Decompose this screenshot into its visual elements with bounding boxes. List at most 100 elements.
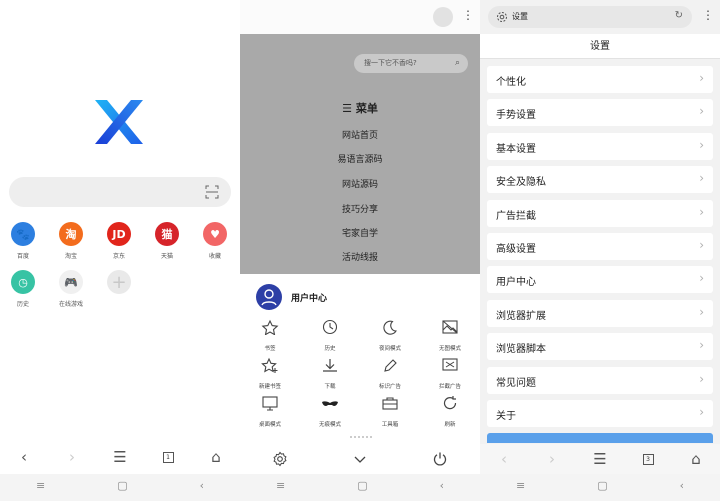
settings-row[interactable]: 手势设置 › [487, 99, 713, 127]
back-button[interactable]: ‹ [9, 445, 39, 469]
menu-tool-block-ad[interactable]: 拦截广告 [422, 357, 478, 390]
menu-tool-incognito-mask[interactable]: 无痕模式 [302, 395, 358, 428]
incognito-mask-icon [322, 401, 338, 406]
menu-tool-desktop-mode[interactable]: 桌面模式 [242, 395, 298, 428]
tabs-button[interactable]: 3 [633, 453, 663, 465]
refresh-icon [443, 396, 457, 410]
recent-apps-icon[interactable]: ≡ [276, 479, 285, 492]
home-search-bar[interactable] [9, 177, 231, 207]
settings-row-label: 关于 [496, 411, 516, 422]
menu-title-text: 菜单 [355, 102, 378, 115]
settings-row[interactable]: 关于 › [487, 400, 713, 427]
settings-gear-icon [497, 12, 507, 22]
collapse-chevron-down-icon[interactable] [352, 451, 368, 467]
menu-button[interactable]: ☰ [105, 445, 135, 469]
menu-tool-toolbox[interactable]: 工具箱 [362, 395, 418, 428]
system-nav-buttons: ≡ ▢ ‹ [0, 474, 240, 496]
settings-row[interactable]: 浏览器扩展 › [487, 299, 713, 327]
menu-title: ☰ 菜单 [342, 102, 378, 115]
address-text: 设置 [512, 12, 528, 21]
system-home-icon[interactable]: ▢ [597, 479, 607, 492]
system-home-icon[interactable]: ▢ [117, 479, 127, 492]
history-icon: ◷ [11, 270, 35, 294]
avatar[interactable] [433, 7, 453, 27]
settings-row[interactable]: 浏览器脚本 › [487, 333, 713, 361]
browser-home-screen: 🐾 百度 淘淘宝 JD 京东 猫天猫 ♥ 收藏 ◷ 历史 🎮 在线游戏 + ‹ › ☰ 1 ⌂ ≡ ▢ … [0, 0, 240, 501]
menu-tool-refresh[interactable]: 刷新 [422, 395, 478, 428]
refresh-icon[interactable]: ↻ [675, 10, 683, 21]
menu-button[interactable]: ☰ [585, 450, 615, 468]
recent-apps-icon[interactable]: ≡ [36, 479, 45, 492]
system-nav-buttons: ≡ ▢ ‹ [480, 474, 720, 496]
menu-tool-label: 书签 [264, 346, 276, 352]
tabs-button[interactable]: 1 [153, 445, 183, 469]
menu-item[interactable]: 活动线报 [240, 250, 480, 263]
history-clock-icon [322, 319, 338, 335]
more-options-icon[interactable]: ⋮ [462, 8, 474, 22]
settings-gear-icon[interactable] [272, 451, 288, 467]
shortcut-jd[interactable]: JD 京东 [96, 222, 142, 260]
more-options-icon[interactable]: ⋮ [702, 8, 714, 22]
user-center-label[interactable]: 用户中心 [291, 291, 327, 304]
settings-row-label: 手势设置 [496, 110, 536, 122]
download-icon [323, 359, 337, 372]
menu-tool-night-mode-moon[interactable]: 夜间模式 [362, 319, 418, 352]
home-button[interactable]: ⌂ [201, 445, 231, 469]
menu-item[interactable]: 宅家自学 [240, 226, 480, 239]
favorites-icon: ♥ [203, 222, 227, 246]
tab-count: 3 [642, 453, 654, 465]
menu-item[interactable]: 技巧分享 [240, 202, 480, 215]
desktop-mode-icon [262, 396, 278, 411]
site-search-input[interactable]: 搜一下它不香吗? ⌕ [354, 54, 468, 73]
shortcut-taobao[interactable]: 淘淘宝 [48, 222, 94, 260]
shortcut-favorites[interactable]: ♥ 收藏 [192, 222, 238, 260]
menu-tool-history-clock[interactable]: 历史 [302, 319, 358, 352]
back-button[interactable]: ‹ [489, 450, 519, 468]
settings-row[interactable]: 基本设置 › [487, 132, 713, 160]
menu-tool-download[interactable]: 下载 [302, 357, 358, 390]
shortcut-label: 淘宝 [64, 253, 77, 260]
settings-row[interactable]: 用户中心 › [487, 266, 713, 294]
address-bar[interactable]: 设置 ↻ [488, 6, 692, 28]
forward-button[interactable]: › [537, 450, 567, 468]
power-icon[interactable] [432, 451, 448, 467]
system-back-icon[interactable]: ‹ [440, 479, 444, 492]
home-button[interactable]: ⌂ [681, 450, 711, 468]
settings-row[interactable]: 高级设置 › [487, 233, 713, 260]
forward-button[interactable]: › [57, 445, 87, 469]
shortcut-history[interactable]: ◷ 历史 [0, 270, 46, 308]
shortcut-baidu[interactable]: 🐾 百度 [0, 222, 46, 260]
settings-screen: 设置 ↻ ⋮ 设置 个性化 › 手势设置 › 基本设置 › 安全及隐私 › 广告拦截 › 高级设置 ›… [480, 0, 720, 501]
menu-item[interactable]: 网站首页 [240, 128, 480, 141]
menu-item[interactable]: 网站源码 [240, 177, 480, 190]
system-back-icon[interactable]: ‹ [200, 479, 204, 492]
shortcut-add[interactable]: + [96, 270, 142, 299]
shortcut-game[interactable]: 🎮 在线游戏 [48, 270, 94, 308]
settings-row-label: 基本设置 [496, 143, 536, 155]
settings-row[interactable]: 个性化 › [487, 66, 713, 93]
menu-item[interactable]: 易语言源码 [240, 152, 480, 165]
search-icon[interactable]: ⌕ [455, 54, 460, 73]
menu-tool-mark-ad-pen[interactable]: 标识广告 [362, 357, 418, 390]
panel-handle[interactable] [350, 436, 372, 439]
chevron-right-icon: › [699, 171, 704, 186]
menu-tool-bookmark-star[interactable]: 书签 [242, 319, 298, 352]
shortcut-tmall[interactable]: 猫天猫 [144, 222, 190, 260]
menu-tool-new-bookmark[interactable]: 新建书签 [242, 357, 298, 390]
system-home-icon[interactable]: ▢ [357, 479, 367, 492]
menu-tool-label: 标识广告 [378, 384, 401, 390]
menu-tool-label: 下载 [324, 384, 336, 390]
jd-icon: JD [107, 222, 131, 246]
scan-icon[interactable] [205, 185, 219, 199]
settings-row[interactable]: 广告拦截 › [487, 199, 713, 227]
settings-row-label: 高级设置 [496, 244, 536, 255]
site-search-placeholder: 搜一下它不香吗? [364, 59, 417, 67]
menu-tool-no-image[interactable]: 无图模式 [422, 319, 478, 352]
recent-apps-icon[interactable]: ≡ [516, 479, 525, 492]
settings-row[interactable]: 常见问题 › [487, 366, 713, 394]
settings-row[interactable]: 安全及隐私 › [487, 166, 713, 194]
system-back-icon[interactable]: ‹ [680, 479, 684, 492]
baidu-icon: 🐾 [11, 222, 35, 246]
user-avatar-icon[interactable] [256, 284, 282, 310]
toolbox-icon [382, 397, 398, 410]
